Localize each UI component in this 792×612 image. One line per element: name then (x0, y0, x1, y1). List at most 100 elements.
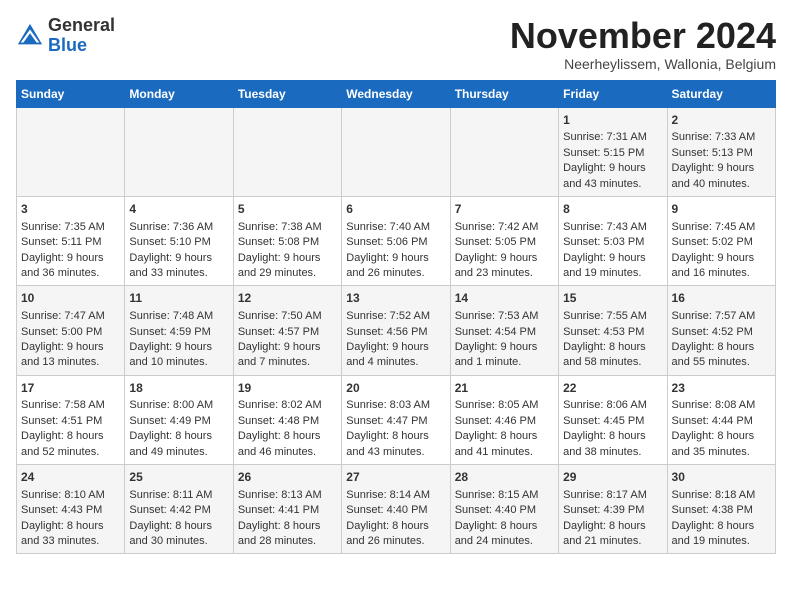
day-header-wednesday: Wednesday (342, 80, 450, 107)
sunrise-time: Sunrise: 7:47 AM (21, 310, 105, 322)
sunrise-time: Sunrise: 7:35 AM (21, 221, 105, 233)
sunset-time: Sunset: 4:51 PM (21, 415, 102, 427)
week-row-4: 17Sunrise: 7:58 AMSunset: 4:51 PMDayligh… (17, 375, 776, 464)
daylight-hours: Daylight: 8 hours and 24 minutes. (455, 520, 538, 547)
calendar-cell: 7Sunrise: 7:42 AMSunset: 5:05 PMDaylight… (450, 196, 558, 285)
day-number: 12 (238, 290, 337, 307)
daylight-hours: Daylight: 8 hours and 30 minutes. (129, 520, 212, 547)
daylight-hours: Daylight: 8 hours and 41 minutes. (455, 430, 538, 457)
day-number: 11 (129, 290, 228, 307)
sunrise-time: Sunrise: 8:03 AM (346, 399, 430, 411)
day-number: 21 (455, 380, 554, 397)
sunset-time: Sunset: 4:48 PM (238, 415, 319, 427)
day-header-sunday: Sunday (17, 80, 125, 107)
sunset-time: Sunset: 4:59 PM (129, 326, 210, 338)
sunrise-time: Sunrise: 7:50 AM (238, 310, 322, 322)
daylight-hours: Daylight: 8 hours and 19 minutes. (672, 520, 755, 547)
title-section: November 2024 Neerheylissem, Wallonia, B… (510, 16, 776, 72)
sunrise-time: Sunrise: 8:13 AM (238, 489, 322, 501)
calendar-cell: 14Sunrise: 7:53 AMSunset: 4:54 PMDayligh… (450, 286, 558, 375)
daylight-hours: Daylight: 9 hours and 43 minutes. (563, 162, 646, 189)
calendar-cell: 10Sunrise: 7:47 AMSunset: 5:00 PMDayligh… (17, 286, 125, 375)
day-header-monday: Monday (125, 80, 233, 107)
sunset-time: Sunset: 5:02 PM (672, 236, 753, 248)
sunrise-time: Sunrise: 8:11 AM (129, 489, 212, 501)
day-number: 30 (672, 469, 771, 486)
calendar-cell: 25Sunrise: 8:11 AMSunset: 4:42 PMDayligh… (125, 465, 233, 554)
sunset-time: Sunset: 4:47 PM (346, 415, 427, 427)
sunset-time: Sunset: 4:54 PM (455, 326, 536, 338)
sunset-time: Sunset: 5:13 PM (672, 147, 753, 159)
sunrise-time: Sunrise: 7:58 AM (21, 399, 105, 411)
sunrise-time: Sunrise: 7:40 AM (346, 221, 430, 233)
sunrise-time: Sunrise: 8:17 AM (563, 489, 647, 501)
day-number: 26 (238, 469, 337, 486)
sunrise-time: Sunrise: 7:53 AM (455, 310, 539, 322)
logo-blue-text: Blue (48, 35, 87, 55)
sunrise-time: Sunrise: 7:52 AM (346, 310, 430, 322)
daylight-hours: Daylight: 8 hours and 21 minutes. (563, 520, 646, 547)
sunrise-time: Sunrise: 8:15 AM (455, 489, 539, 501)
daylight-hours: Daylight: 9 hours and 10 minutes. (129, 341, 212, 368)
sunset-time: Sunset: 4:46 PM (455, 415, 536, 427)
day-number: 24 (21, 469, 120, 486)
sunrise-time: Sunrise: 7:31 AM (563, 131, 647, 143)
daylight-hours: Daylight: 9 hours and 29 minutes. (238, 252, 321, 279)
day-number: 22 (563, 380, 662, 397)
daylight-hours: Daylight: 8 hours and 46 minutes. (238, 430, 321, 457)
day-number: 29 (563, 469, 662, 486)
sunset-time: Sunset: 4:53 PM (563, 326, 644, 338)
daylight-hours: Daylight: 8 hours and 52 minutes. (21, 430, 104, 457)
day-number: 23 (672, 380, 771, 397)
calendar-cell: 26Sunrise: 8:13 AMSunset: 4:41 PMDayligh… (233, 465, 341, 554)
sunset-time: Sunset: 5:11 PM (21, 236, 102, 248)
sunset-time: Sunset: 4:41 PM (238, 504, 319, 516)
sunset-time: Sunset: 4:52 PM (672, 326, 753, 338)
calendar-cell: 22Sunrise: 8:06 AMSunset: 4:45 PMDayligh… (559, 375, 667, 464)
sunset-time: Sunset: 5:06 PM (346, 236, 427, 248)
calendar-cell: 17Sunrise: 7:58 AMSunset: 4:51 PMDayligh… (17, 375, 125, 464)
sunset-time: Sunset: 5:08 PM (238, 236, 319, 248)
days-header-row: SundayMondayTuesdayWednesdayThursdayFrid… (17, 80, 776, 107)
week-row-3: 10Sunrise: 7:47 AMSunset: 5:00 PMDayligh… (17, 286, 776, 375)
calendar-cell: 5 Sunrise: 7:38 AM Sunset: 5:08 PM Daylight… (233, 196, 341, 285)
sunset-time: Sunset: 4:49 PM (129, 415, 210, 427)
day-number: 5 (238, 201, 337, 218)
calendar-cell: 15Sunrise: 7:55 AMSunset: 4:53 PMDayligh… (559, 286, 667, 375)
sunrise-time: Sunrise: 8:05 AM (455, 399, 539, 411)
sunrise-time: Sunrise: 7:38 AM (238, 221, 322, 233)
calendar-cell: 21 Sunrise: 8:05 AM Sunset: 4:46 PM Dayligh… (450, 375, 558, 464)
sunset-time: Sunset: 4:40 PM (455, 504, 536, 516)
calendar-cell (233, 107, 341, 196)
day-number: 13 (346, 290, 445, 307)
sunset-time: Sunset: 5:10 PM (129, 236, 210, 248)
calendar-cell (17, 107, 125, 196)
sunset-time: Sunset: 5:15 PM (563, 147, 644, 159)
location-subtitle: Neerheylissem, Wallonia, Belgium (510, 56, 776, 72)
day-number: 19 (238, 380, 337, 397)
calendar-cell: 4Sunrise: 7:36 AMSunset: 5:10 PMDaylight… (125, 196, 233, 285)
daylight-hours: Daylight: 9 hours and 7 minutes. (238, 341, 321, 368)
day-number: 9 (672, 201, 771, 218)
calendar-cell: 27Sunrise: 8:14 AMSunset: 4:40 PMDayligh… (342, 465, 450, 554)
day-number: 8 (563, 201, 662, 218)
sunrise-time: Sunrise: 7:57 AM (672, 310, 756, 322)
sunrise-time: Sunrise: 7:55 AM (563, 310, 647, 322)
sunrise-time: Sunrise: 8:02 AM (238, 399, 322, 411)
daylight-hours: Daylight: 9 hours and 33 minutes. (129, 252, 212, 279)
calendar-cell (125, 107, 233, 196)
sunset-time: Sunset: 4:57 PM (238, 326, 319, 338)
calendar-cell: 19 Sunrise: 8:02 AM Sunset: 4:48 PM Dayligh… (233, 375, 341, 464)
sunrise-time: Sunrise: 7:33 AM (672, 131, 756, 143)
week-row-1: 1Sunrise: 7:31 AMSunset: 5:15 PMDaylight… (17, 107, 776, 196)
sunrise-time: Sunrise: 8:06 AM (563, 399, 647, 411)
calendar-cell: 8Sunrise: 7:43 AMSunset: 5:03 PMDaylight… (559, 196, 667, 285)
calendar-cell: 2Sunrise: 7:33 AMSunset: 5:13 PMDaylight… (667, 107, 775, 196)
calendar-cell: 24Sunrise: 8:10 AMSunset: 4:43 PMDayligh… (17, 465, 125, 554)
day-number: 7 (455, 201, 554, 218)
daylight-hours: Daylight: 8 hours and 58 minutes. (563, 341, 646, 368)
day-number: 2 (672, 112, 771, 129)
day-header-saturday: Saturday (667, 80, 775, 107)
sunrise-time: Sunrise: 7:42 AM (455, 221, 539, 233)
daylight-hours: Daylight: 9 hours and 23 minutes. (455, 252, 538, 279)
